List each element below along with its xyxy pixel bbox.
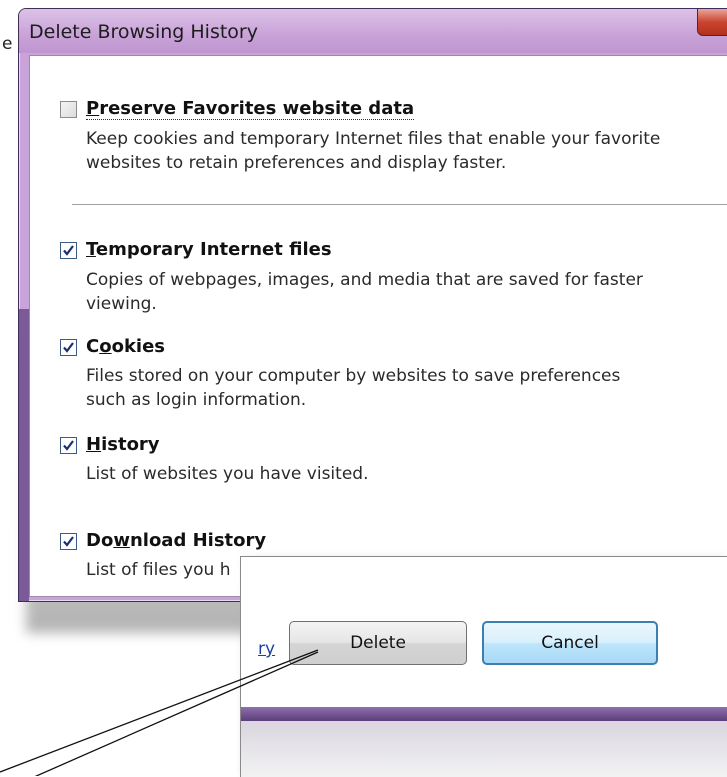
checkmark-icon	[63, 342, 74, 353]
cookies-checkbox[interactable]	[60, 339, 77, 356]
cookies-label[interactable]: Cookies	[86, 336, 165, 357]
download-history-checkbox[interactable]	[60, 533, 77, 550]
cookies-description-line-1: Files stored on your computer by website…	[86, 366, 621, 386]
history-checkbox[interactable]	[60, 437, 77, 454]
title-bar[interactable]: Delete Browsing History	[19, 9, 727, 53]
history-label[interactable]: History	[86, 434, 160, 455]
preserve-favorites-label[interactable]: Preserve Favorites website data	[86, 98, 415, 120]
checkmark-icon	[63, 440, 74, 451]
temporary-internet-files-label[interactable]: Temporary Internet files	[86, 239, 332, 260]
cookies-description-line-2: such as login information.	[86, 390, 307, 410]
zoom-inset: ry Delete Cancel	[240, 556, 727, 777]
frame-edge	[19, 309, 29, 601]
inset-panel: ry Delete Cancel	[241, 557, 727, 707]
stray-text: e	[2, 34, 13, 54]
download-history-description-line-1: List of files you h	[86, 560, 231, 580]
delete-browsing-history-dialog: Delete Browsing History Preserve Favorit…	[18, 8, 727, 602]
inset-frame-bottom	[241, 707, 727, 721]
dialog-content: Preserve Favorites website data Keep coo…	[29, 55, 727, 597]
about-deleting-history-link[interactable]: ry	[258, 639, 275, 659]
checkmark-icon	[63, 245, 74, 256]
preserve-favorites-description-line-2: websites to retain preferences and displ…	[86, 153, 507, 173]
checkmark-icon	[63, 536, 74, 547]
delete-button[interactable]: Delete	[289, 621, 467, 665]
preserve-favorites-checkbox[interactable]	[60, 101, 77, 118]
temporary-internet-files-description-line-1: Copies of webpages, images, and media th…	[86, 270, 643, 290]
download-history-label[interactable]: Download History	[86, 530, 266, 551]
close-button[interactable]	[697, 9, 727, 36]
separator	[72, 204, 727, 205]
inset-footer	[241, 721, 727, 777]
cancel-button[interactable]: Cancel	[482, 621, 658, 665]
preserve-favorites-description-line-1: Keep cookies and temporary Internet file…	[86, 129, 661, 149]
temporary-internet-files-description-line-2: viewing.	[86, 294, 157, 314]
history-description-line-1: List of websites you have visited.	[86, 464, 369, 484]
dialog-title: Delete Browsing History	[29, 21, 258, 43]
temporary-internet-files-checkbox[interactable]	[60, 242, 77, 259]
